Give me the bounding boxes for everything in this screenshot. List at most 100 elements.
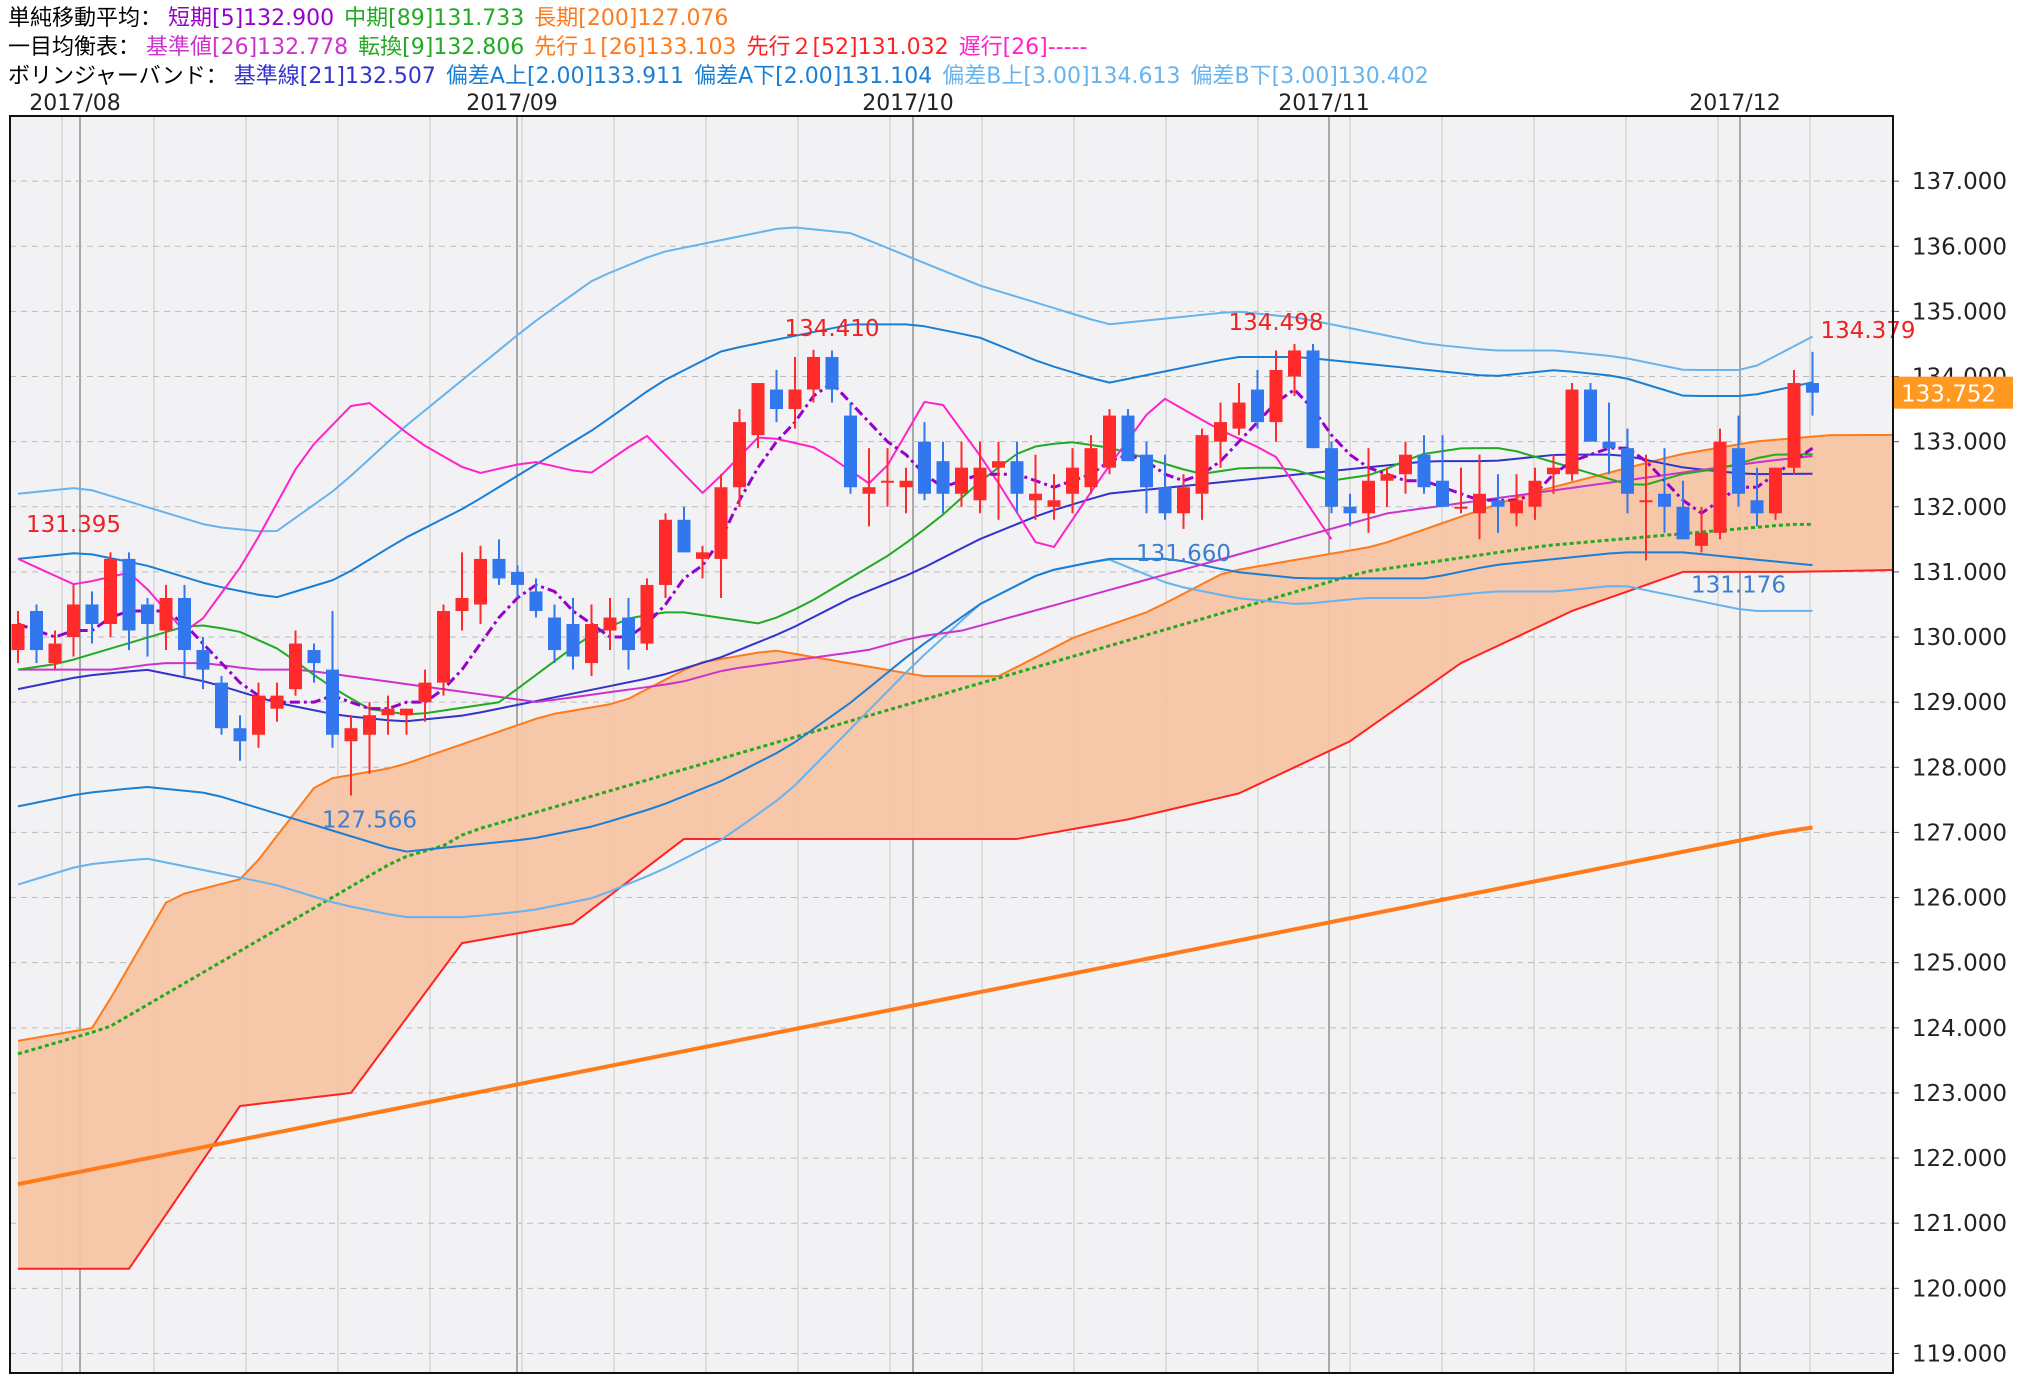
y-tick-label: 119.000 xyxy=(1912,1341,2007,1367)
candle-body xyxy=(1029,493,1042,501)
candle-body xyxy=(1158,487,1172,514)
candle-body xyxy=(1232,402,1246,429)
y-tick-label: 125.000 xyxy=(1912,951,2007,977)
candle-body xyxy=(252,695,265,735)
candle-body xyxy=(548,617,561,651)
candle-body xyxy=(1047,500,1061,507)
y-tick-label: 133.000 xyxy=(1912,430,2007,456)
candle-body xyxy=(640,584,654,644)
candle-body xyxy=(622,617,635,651)
candle-body xyxy=(178,597,191,651)
candle-body xyxy=(825,356,839,390)
candle-body xyxy=(1713,441,1727,533)
candle-body xyxy=(788,389,802,410)
candle-body xyxy=(1695,532,1708,546)
y-tick-label: 124.000 xyxy=(1912,1016,2007,1042)
price-annotation: 134.410 xyxy=(784,316,879,342)
candle-body xyxy=(363,715,376,735)
candle-body xyxy=(1510,500,1523,514)
candle-body xyxy=(696,552,709,559)
candle-body xyxy=(474,558,487,605)
candle-body xyxy=(511,571,524,585)
candle-body xyxy=(1103,415,1116,468)
candle-body xyxy=(492,558,506,579)
candle-body xyxy=(955,467,968,494)
candle-body xyxy=(48,643,62,664)
candle-body xyxy=(381,708,395,716)
candle-body xyxy=(104,558,117,625)
candle-body xyxy=(1325,448,1338,507)
y-tick-label: 126.000 xyxy=(1912,886,2007,912)
month-label: 2017/11 xyxy=(1278,91,1369,116)
price-annotation: 127.566 xyxy=(322,808,417,834)
candle-body xyxy=(1380,474,1394,481)
candle-body xyxy=(1195,435,1209,494)
current-price-label: 133.752 xyxy=(1901,382,1996,408)
y-tick-label: 122.000 xyxy=(1912,1146,2007,1172)
candle-body xyxy=(1787,383,1801,468)
candle-body xyxy=(196,650,210,670)
candle-body xyxy=(289,643,302,690)
candle-body xyxy=(733,422,746,488)
candle-body xyxy=(1491,500,1505,507)
candle-body xyxy=(1399,454,1412,475)
y-tick-label: 129.000 xyxy=(1912,690,2007,716)
candle-body xyxy=(159,597,173,631)
candle-body xyxy=(400,708,413,716)
candle-body xyxy=(936,461,950,494)
candle-body xyxy=(326,669,339,735)
candle-body xyxy=(844,415,857,488)
price-annotation: 134.498 xyxy=(1228,310,1323,336)
y-tick-label: 137.000 xyxy=(1912,169,2007,195)
candle-body xyxy=(1214,422,1227,442)
candle-body xyxy=(1639,500,1653,503)
candle-body xyxy=(714,487,728,559)
candle-body xyxy=(455,597,469,611)
candle-body xyxy=(807,356,820,390)
month-label: 2017/08 xyxy=(29,91,120,116)
candle-body xyxy=(233,728,247,742)
candle-body xyxy=(1547,467,1560,475)
y-tick-label: 131.000 xyxy=(1912,560,2007,586)
y-tick-label: 121.000 xyxy=(1912,1211,2007,1237)
candle-body xyxy=(585,624,598,664)
y-tick-label: 130.000 xyxy=(1912,625,2007,651)
candle-body xyxy=(1010,461,1024,494)
candle-body xyxy=(603,617,617,631)
candle-body xyxy=(1251,389,1264,423)
candle-body xyxy=(1806,383,1819,393)
y-tick-label: 120.000 xyxy=(1912,1276,2007,1302)
candle-body xyxy=(899,480,913,488)
y-tick-label: 128.000 xyxy=(1912,755,2007,781)
candle-body xyxy=(1269,370,1283,423)
candle-body xyxy=(973,467,987,501)
candle-body xyxy=(1084,448,1098,488)
candle-body xyxy=(1732,448,1745,494)
candle-body xyxy=(770,389,783,410)
candle-body xyxy=(1288,350,1301,377)
y-tick-label: 132.000 xyxy=(1912,495,2007,521)
price-annotation: 131.395 xyxy=(26,512,121,538)
candle-body xyxy=(1750,500,1764,514)
candle-body xyxy=(1565,389,1579,475)
candle-body xyxy=(566,624,580,657)
candle-body xyxy=(1584,389,1597,442)
candle-body xyxy=(1658,493,1671,507)
candle-body xyxy=(1306,350,1320,449)
candle-body xyxy=(1177,487,1190,514)
candle-body xyxy=(418,682,432,703)
candle-body xyxy=(1454,506,1468,509)
candle-body xyxy=(1621,448,1634,494)
candle-body xyxy=(862,487,876,494)
candle-body xyxy=(918,441,931,494)
candle-body xyxy=(344,728,358,742)
candle-body xyxy=(1528,480,1542,507)
candle-body xyxy=(1066,467,1079,494)
candle-body xyxy=(1769,467,1782,514)
candle-body xyxy=(1473,493,1486,514)
candle-body xyxy=(1602,441,1616,449)
y-tick-label: 127.000 xyxy=(1912,820,2007,846)
candlestick-chart: 2017/08 2017/09 2017/10 2017/11 2017/12 137.0… xyxy=(9,91,2013,1374)
candle-body xyxy=(659,519,672,585)
candle-body xyxy=(141,604,154,625)
